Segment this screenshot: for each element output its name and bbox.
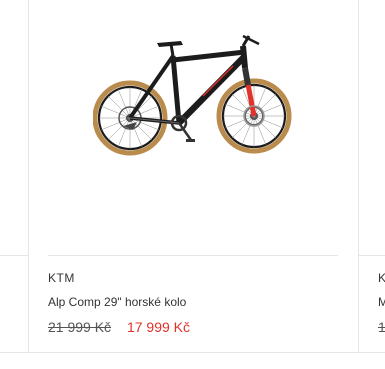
next-product-old-price: 1 (378, 319, 385, 335)
product-brand: KTM (48, 271, 75, 285)
previous-product-card-edge[interactable] (0, 0, 29, 352)
section-bottom-border (0, 352, 385, 353)
card-divider (359, 255, 385, 256)
sale-price: 17 999 Kč (126, 319, 191, 335)
product-card[interactable]: KTM Alp Comp 29" horské kolo 21 999 Kč 1… (29, 0, 357, 352)
product-prices: 21 999 Kč 17 999 Kč (48, 319, 190, 335)
old-price: 21 999 Kč (48, 319, 112, 335)
next-product-title: M (378, 295, 385, 309)
next-product-brand: K (378, 271, 385, 285)
next-product-card-edge[interactable]: K M 1 (358, 0, 385, 352)
card-divider (48, 255, 338, 256)
card-divider (0, 255, 28, 256)
product-title-link[interactable]: Alp Comp 29" horské kolo (48, 295, 186, 309)
product-image-area[interactable] (29, 0, 357, 255)
mountain-bike-image (93, 34, 292, 156)
